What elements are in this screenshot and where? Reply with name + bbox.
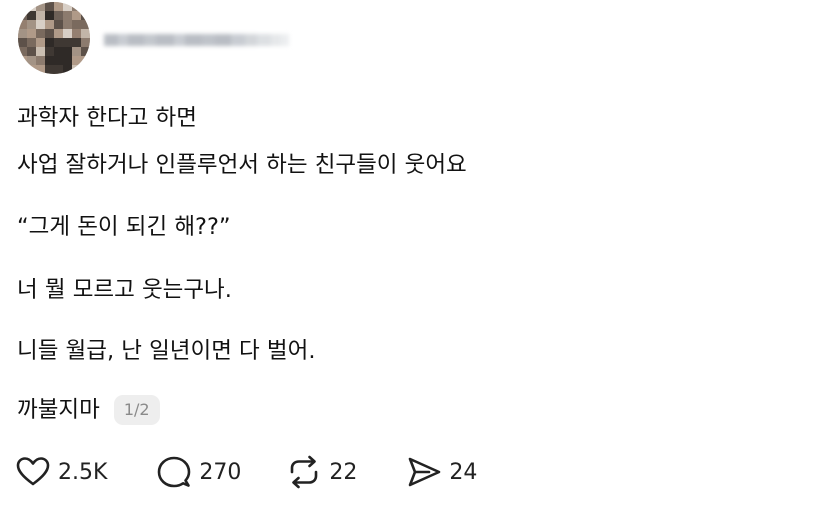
page-indicator-badge[interactable]: 1/2 bbox=[113, 395, 160, 425]
repost-button[interactable]: 22 bbox=[285, 453, 357, 491]
like-count: 2.5K bbox=[58, 459, 108, 485]
comment-count: 270 bbox=[199, 459, 242, 485]
speech-bubble-icon bbox=[155, 453, 193, 491]
like-button[interactable]: 2.5K bbox=[14, 453, 107, 491]
post-text-line-1: 과학자 한다고 하면 bbox=[17, 105, 197, 131]
heart-icon bbox=[14, 453, 52, 491]
comment-button[interactable]: 270 bbox=[155, 453, 241, 491]
author-avatar[interactable] bbox=[18, 2, 90, 74]
send-icon bbox=[405, 453, 443, 491]
post-action-bar: 2.5K 270 22 24 bbox=[14, 452, 477, 492]
post-last-line-row: 까불지마 1/2 bbox=[17, 395, 160, 425]
post-text-line-3: “그게 돈이 되긴 해??” bbox=[17, 214, 231, 240]
repost-count: 22 bbox=[329, 459, 358, 485]
post-text-line-2: 사업 잘하거나 인플루언서 하는 친구들이 웃어요 bbox=[17, 152, 467, 178]
share-button[interactable]: 24 bbox=[405, 453, 477, 491]
share-count: 24 bbox=[449, 459, 478, 485]
post-text-line-6: 까불지마 bbox=[17, 397, 100, 423]
post-text-line-5: 니들 월급, 난 일년이면 다 벌어. bbox=[17, 338, 316, 364]
post-text-line-4: 너 뭘 모르고 웃는구나. bbox=[17, 277, 232, 303]
repost-icon bbox=[285, 453, 323, 491]
author-username-blurred[interactable] bbox=[104, 30, 299, 50]
